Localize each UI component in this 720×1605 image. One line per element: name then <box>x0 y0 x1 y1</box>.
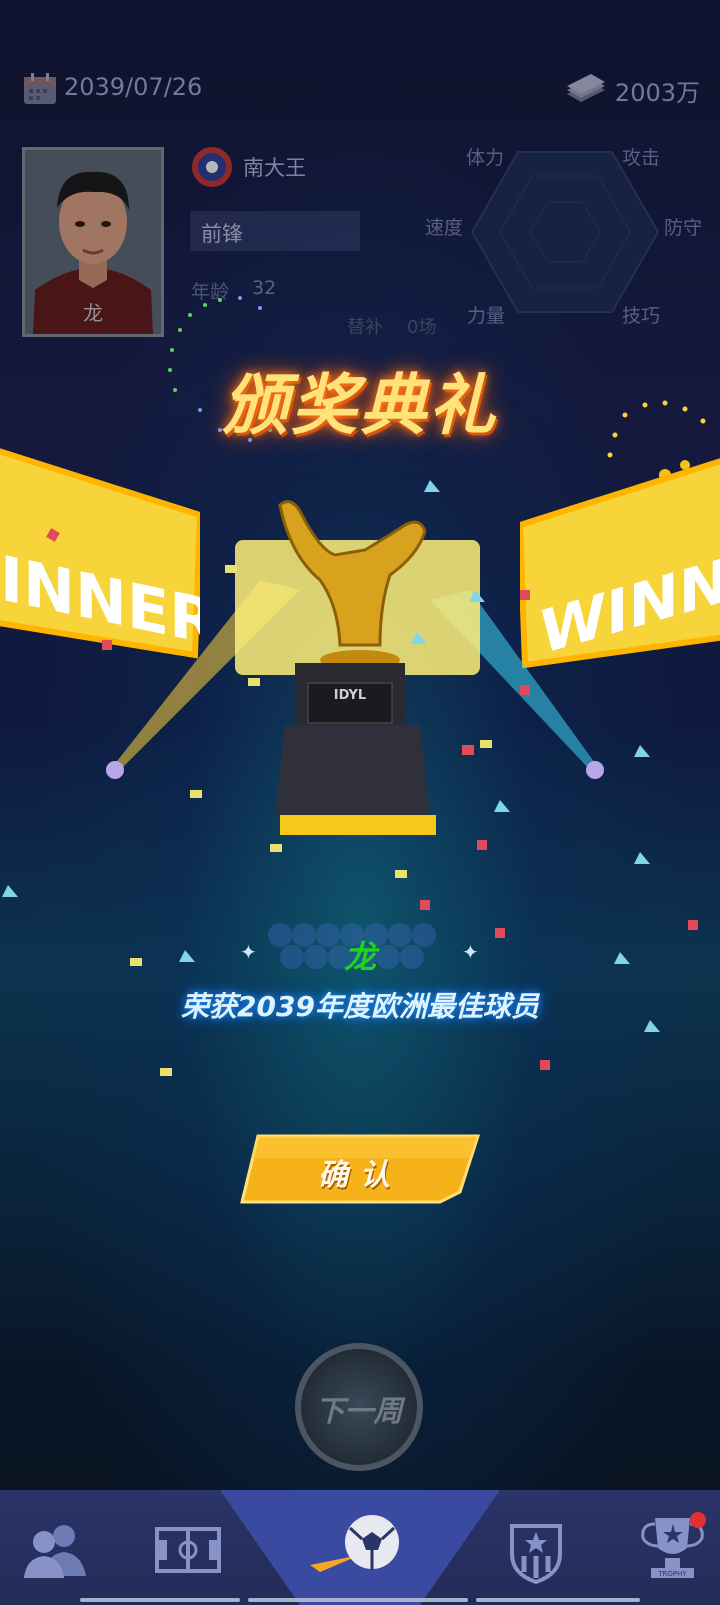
confirm-button-label[interactable]: 确认 <box>240 1150 480 1194</box>
trophy-nav-icon[interactable]: TROPHY <box>635 1512 710 1587</box>
match-icon[interactable] <box>310 1510 410 1585</box>
ceremony-title: 颁奖典礼 <box>222 367 498 444</box>
gesture-bar-segment <box>80 1598 240 1602</box>
tactics-icon[interactable] <box>155 1527 221 1573</box>
trophy-nav-sub: TROPHY <box>657 1570 687 1578</box>
next-week-label[interactable]: 下一周 <box>295 1388 423 1430</box>
confetti <box>2 480 698 1076</box>
club-icon[interactable] <box>508 1518 564 1584</box>
team-icon[interactable] <box>20 1520 90 1580</box>
notification-dot <box>690 1512 706 1528</box>
gesture-bar-segment <box>248 1598 468 1602</box>
gesture-bar-segment <box>476 1598 640 1602</box>
